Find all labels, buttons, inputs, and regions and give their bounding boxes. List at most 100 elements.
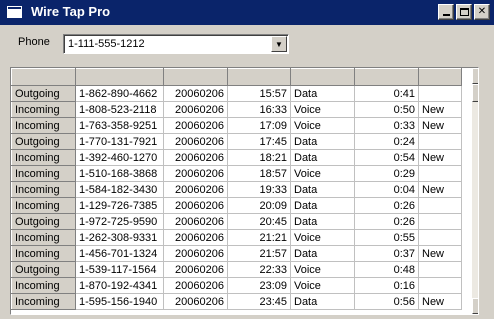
direction-cell[interactable]: Incoming xyxy=(11,197,76,214)
table-row[interactable]: Incoming 1-595-156-1940 20060206 23:45 Data 0… xyxy=(11,293,462,310)
date-cell: 20060206 xyxy=(163,85,228,102)
type-cell: Data xyxy=(290,133,355,150)
date-cell: 20060206 xyxy=(163,293,228,310)
table-row[interactable]: Incoming 1-763-358-9251 20060206 17:09 Voice… xyxy=(11,117,462,134)
date-cell: 20060206 xyxy=(163,245,228,262)
close-button[interactable]: ✕ xyxy=(474,4,490,20)
time-cell: 19:33 xyxy=(227,181,291,198)
number-cell: 1-510-168-3868 xyxy=(75,165,164,182)
table-row[interactable]: Incoming 1-129-726-7385 20060206 20:09 Data 0… xyxy=(11,197,462,214)
title-bar[interactable]: Wire Tap Pro ✕ xyxy=(0,0,494,25)
maximize-button[interactable] xyxy=(456,4,472,20)
number-cell: 1-808-523-2118 xyxy=(75,101,164,118)
table-row[interactable]: Incoming 1-584-182-3430 20060206 19:33 Data 0… xyxy=(11,181,462,198)
direction-cell[interactable]: Incoming xyxy=(11,293,76,310)
flag-cell: New xyxy=(418,117,462,134)
maximize-icon xyxy=(459,8,469,16)
time-cell: 21:57 xyxy=(227,245,291,262)
table-row[interactable]: Incoming 1-456-701-1324 20060206 21:57 Data 0… xyxy=(11,245,462,262)
number-cell: 1-456-701-1324 xyxy=(75,245,164,262)
duration-cell: 0:33 xyxy=(354,117,419,134)
time-cell: 23:09 xyxy=(227,277,291,294)
grid-body: Outgoing 1-862-890-4662 20060206 15:57 Data 0… xyxy=(11,85,462,310)
column-header[interactable] xyxy=(163,68,228,86)
direction-cell[interactable]: Outgoing xyxy=(11,213,76,230)
time-cell: 18:57 xyxy=(227,165,291,182)
phone-label: Phone xyxy=(18,36,50,48)
direction-cell[interactable]: Outgoing xyxy=(11,133,76,150)
number-cell: 1-595-156-1940 xyxy=(75,293,164,310)
scroll-down-icon: ▼ xyxy=(477,303,478,310)
type-cell: Data xyxy=(290,197,355,214)
vertical-scrollbar[interactable]: ▲ ▼ xyxy=(472,68,478,314)
number-cell: 1-392-460-1270 xyxy=(75,149,164,166)
table-row[interactable]: Incoming 1-392-460-1270 20060206 18:21 Data 0… xyxy=(11,149,462,166)
table-row[interactable]: Incoming 1-870-192-4341 20060206 23:09 Voice… xyxy=(11,277,462,294)
type-cell: Data xyxy=(290,85,355,102)
phone-select[interactable]: 1-111-555-1212 ▼ xyxy=(63,34,289,54)
direction-cell[interactable]: Incoming xyxy=(11,165,76,182)
table-row[interactable]: Incoming 1-510-168-3868 20060206 18:57 Voice… xyxy=(11,165,462,182)
direction-cell[interactable]: Incoming xyxy=(11,101,76,118)
duration-cell: 0:54 xyxy=(354,149,419,166)
number-cell: 1-129-726-7385 xyxy=(75,197,164,214)
table-row[interactable]: Incoming 1-262-308-9331 20060206 21:21 Voice… xyxy=(11,229,462,246)
scroll-up-button[interactable]: ▲ xyxy=(472,68,478,84)
direction-cell[interactable]: Incoming xyxy=(11,149,76,166)
duration-cell: 0:48 xyxy=(354,261,419,278)
type-cell: Data xyxy=(290,149,355,166)
time-cell: 23:45 xyxy=(227,293,291,310)
date-cell: 20060206 xyxy=(163,165,228,182)
app-window-icon[interactable] xyxy=(7,6,22,18)
type-cell: Data xyxy=(290,213,355,230)
minimize-button[interactable] xyxy=(438,4,454,20)
call-log-grid[interactable]: Outgoing 1-862-890-4662 20060206 15:57 Data 0… xyxy=(10,67,479,315)
window-title: Wire Tap Pro xyxy=(31,4,111,19)
number-cell: 1-539-117-1564 xyxy=(75,261,164,278)
duration-cell: 0:24 xyxy=(354,133,419,150)
duration-cell: 0:04 xyxy=(354,181,419,198)
direction-cell[interactable]: Incoming xyxy=(11,277,76,294)
column-header[interactable] xyxy=(290,68,355,86)
flag-cell: New xyxy=(418,101,462,118)
call-log-table: Outgoing 1-862-890-4662 20060206 15:57 Data 0… xyxy=(11,68,462,310)
flag-cell xyxy=(418,213,462,230)
table-row[interactable]: Outgoing 1-972-725-9590 20060206 20:45 Data 0… xyxy=(11,213,462,230)
direction-cell[interactable]: Incoming xyxy=(11,229,76,246)
type-cell: Voice xyxy=(290,277,355,294)
number-cell: 1-770-131-7921 xyxy=(75,133,164,150)
column-header[interactable] xyxy=(11,68,76,86)
phone-dropdown-button[interactable]: ▼ xyxy=(271,36,287,52)
time-cell: 18:21 xyxy=(227,149,291,166)
type-cell: Voice xyxy=(290,101,355,118)
flag-cell xyxy=(418,261,462,278)
duration-cell: 0:41 xyxy=(354,85,419,102)
table-row[interactable]: Outgoing 1-539-117-1564 20060206 22:33 Voice… xyxy=(11,261,462,278)
direction-cell[interactable]: Incoming xyxy=(11,181,76,198)
direction-cell[interactable]: Outgoing xyxy=(11,85,76,102)
table-row[interactable]: Outgoing 1-770-131-7921 20060206 17:45 Data 0… xyxy=(11,133,462,150)
column-header[interactable] xyxy=(354,68,419,86)
number-cell: 1-584-182-3430 xyxy=(75,181,164,198)
direction-cell[interactable]: Incoming xyxy=(11,117,76,134)
flag-cell xyxy=(418,85,462,102)
flag-cell: New xyxy=(418,245,462,262)
number-cell: 1-870-192-4341 xyxy=(75,277,164,294)
flag-cell: New xyxy=(418,293,462,310)
column-header[interactable] xyxy=(75,68,164,86)
number-cell: 1-262-308-9331 xyxy=(75,229,164,246)
direction-cell[interactable]: Outgoing xyxy=(11,261,76,278)
duration-cell: 0:26 xyxy=(354,213,419,230)
column-header[interactable] xyxy=(418,68,462,86)
table-row[interactable]: Outgoing 1-862-890-4662 20060206 15:57 Data 0… xyxy=(11,85,462,102)
number-cell: 1-972-725-9590 xyxy=(75,213,164,230)
date-cell: 20060206 xyxy=(163,213,228,230)
direction-cell[interactable]: Incoming xyxy=(11,245,76,262)
flag-cell xyxy=(418,165,462,182)
header-row xyxy=(11,68,462,86)
duration-cell: 0:50 xyxy=(354,101,419,118)
scroll-down-button[interactable]: ▼ xyxy=(472,298,478,314)
scroll-thumb[interactable] xyxy=(472,84,478,102)
column-header[interactable] xyxy=(227,68,291,86)
table-row[interactable]: Incoming 1-808-523-2118 20060206 16:33 Voice… xyxy=(11,101,462,118)
